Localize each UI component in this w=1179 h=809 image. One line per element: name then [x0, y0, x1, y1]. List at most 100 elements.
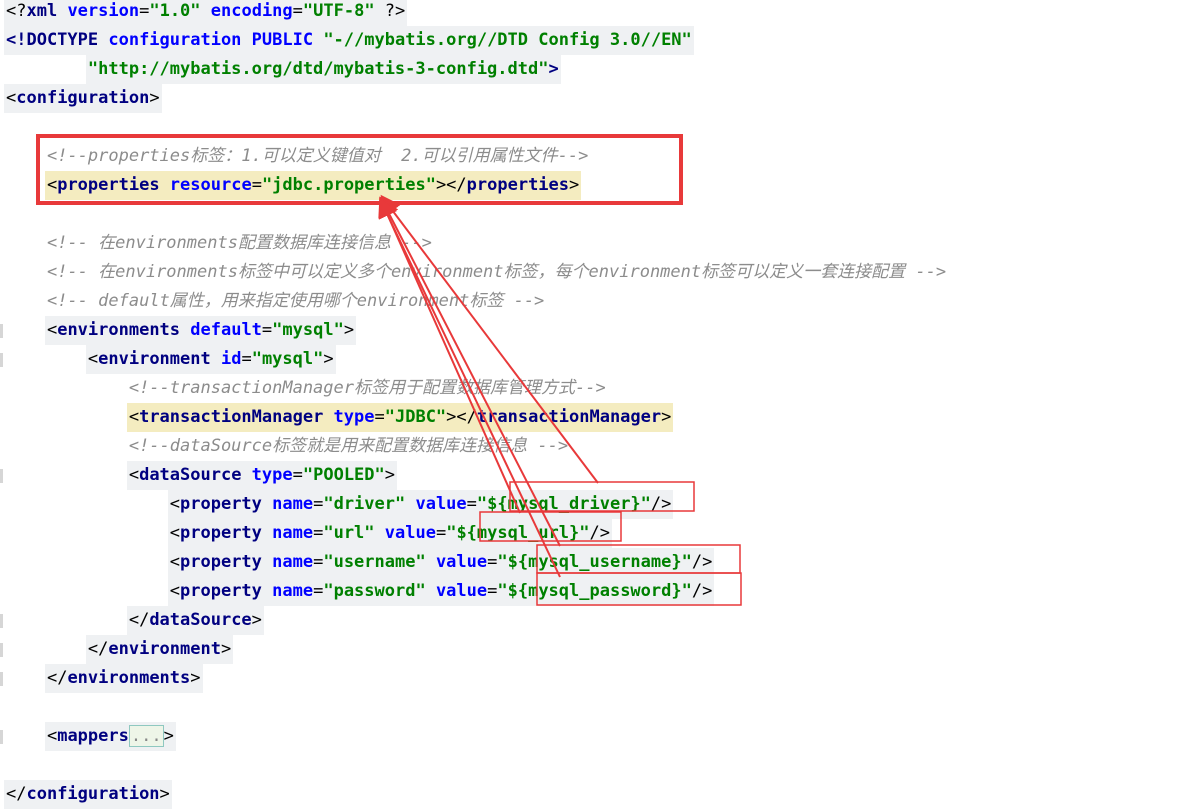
- token-attr: name: [261, 552, 314, 572]
- property-driver-line[interactable]: <property name="driver" value="${mysql_d…: [4, 490, 674, 519]
- token-attr: value: [425, 581, 488, 601]
- datasource-open-line[interactable]: <dataSource type="POOLED">: [4, 461, 398, 490]
- token-pun: <: [46, 175, 58, 195]
- token-pun: <: [169, 552, 181, 572]
- token-attr: PUBLIC: [241, 30, 314, 50]
- fold-marker[interactable]: [0, 643, 3, 657]
- token-pun: >: [163, 726, 174, 746]
- environments-open-line[interactable]: <environments default="mysql">: [4, 316, 357, 345]
- doctype-dtd-line[interactable]: "http://mybatis.org/dtd/mybatis-3-config…: [4, 55, 561, 84]
- token-pun: <: [128, 465, 140, 485]
- default-comment-line[interactable]: <!-- default属性，用来指定使用哪个environment标签 -->: [4, 287, 546, 316]
- blank-line[interactable]: [4, 113, 8, 142]
- token-pun: =: [374, 407, 385, 427]
- mappers-line[interactable]: <mappers... >: [4, 722, 176, 751]
- code-editor[interactable]: <?xml version="1.0" encoding="UTF-8" ?> <…: [0, 0, 1179, 809]
- token-attr: default: [180, 320, 262, 340]
- token-cmt: <!-- 在environments配置数据库连接信息 -->: [46, 233, 432, 253]
- blank-line[interactable]: [4, 693, 8, 722]
- token-tag: property: [180, 552, 262, 572]
- token-pun: />: [589, 523, 610, 543]
- token-pun: <: [128, 407, 140, 427]
- xml-declaration-line[interactable]: <?xml version="1.0" encoding="UTF-8" ?>: [4, 0, 408, 26]
- blank-line[interactable]: [4, 200, 8, 229]
- token-tag: transactionManager: [139, 407, 324, 427]
- token-pun: </: [87, 639, 109, 659]
- token-tag: >: [548, 59, 559, 79]
- token-pun: />: [650, 494, 672, 514]
- token-attr: name: [261, 494, 314, 514]
- transaction-manager-line[interactable]: <transactionManager type="JDBC"></transa…: [4, 403, 674, 432]
- environments-comment-line-2[interactable]: <!-- 在environments标签中可以定义多个environment标签…: [4, 258, 948, 287]
- property-password-line[interactable]: <property name="password" value="${mysql…: [4, 577, 715, 606]
- environment-close-line[interactable]: </environment>: [4, 635, 234, 664]
- fold-marker[interactable]: [0, 730, 3, 744]
- fold-marker[interactable]: [0, 672, 3, 686]
- token-pun: >: [149, 88, 160, 108]
- properties-tag-line[interactable]: <properties resource="jdbc.properties"><…: [4, 171, 582, 200]
- token-pun: >: [343, 320, 355, 340]
- token-str: "${mysql_url}": [446, 523, 590, 543]
- token-pun: </: [128, 610, 150, 630]
- fold-marker[interactable]: [0, 469, 3, 483]
- token-attr: type: [323, 407, 375, 427]
- token-attr: encoding: [200, 1, 293, 21]
- property-username-line[interactable]: <property name="username" value="${mysql…: [4, 548, 715, 577]
- fold-marker[interactable]: [0, 324, 3, 338]
- environment-open-line[interactable]: <environment id="mysql">: [4, 345, 336, 374]
- collapsed-region[interactable]: ...: [128, 725, 164, 747]
- environments-close-line[interactable]: </environments>: [4, 664, 203, 693]
- token-cmt: <!-- default属性，用来指定使用哪个environment标签 -->: [46, 291, 545, 311]
- token-cmt: <!--dataSource标签就是用来配置数据库连接信息 -->: [128, 436, 569, 456]
- token-cmt: <!--transactionManager标签用于配置数据库管理方式-->: [128, 378, 606, 398]
- token-tag: dataSource: [149, 610, 252, 630]
- token-pun: />: [691, 552, 713, 572]
- datasource-comment-line[interactable]: <!--dataSource标签就是用来配置数据库连接信息 -->: [4, 432, 570, 461]
- environments-comment-line[interactable]: <!-- 在environments配置数据库连接信息 -->: [4, 229, 434, 258]
- token-pun: >: [323, 349, 334, 369]
- token-attr: value: [425, 552, 488, 572]
- token-tag: properties: [466, 175, 570, 195]
- blank-line[interactable]: [4, 751, 8, 780]
- token-pun: ?>: [374, 1, 406, 21]
- token-pun: <: [169, 523, 181, 543]
- token-pun: =: [466, 494, 477, 514]
- token-str: "mysql": [272, 320, 344, 340]
- properties-comment-line[interactable]: <!--properties标签：1.可以定义键值对 2.可以引用属性文件-->: [4, 142, 590, 171]
- token-str: "jdbc.properties": [261, 175, 436, 195]
- token-tag: transactionManager: [476, 407, 662, 427]
- token-pun: =: [241, 349, 252, 369]
- fold-marker[interactable]: [0, 614, 3, 628]
- token-str: "POOLED": [302, 465, 385, 485]
- token-tag: property: [180, 581, 262, 601]
- token-attr: value: [374, 523, 436, 543]
- token-pun: >: [159, 784, 170, 804]
- token-tag: configuration: [16, 88, 150, 108]
- datasource-close-line[interactable]: </dataSource>: [4, 606, 264, 635]
- configuration-close-line[interactable]: </configuration>: [4, 780, 172, 809]
- fold-marker[interactable]: [0, 353, 3, 367]
- token-pun: =: [251, 175, 262, 195]
- token-cmt: <!-- 在environments标签中可以定义多个environment标签…: [46, 262, 947, 282]
- token-pun: >: [569, 175, 580, 195]
- token-tag: xml: [26, 1, 58, 21]
- token-pun: <: [46, 320, 58, 340]
- token-str: "driver": [323, 494, 406, 514]
- token-pun: =: [313, 523, 324, 543]
- configuration-open-line[interactable]: <configuration>: [4, 84, 162, 113]
- token-str: "mysql": [251, 349, 324, 369]
- token-str: "1.0": [149, 1, 201, 21]
- token-tag: properties: [57, 175, 160, 195]
- token-str: "JDBC": [384, 407, 447, 427]
- token-str: "http://mybatis.org/dtd/mybatis-3-config…: [87, 59, 549, 79]
- transaction-comment-line[interactable]: <!--transactionManager标签用于配置数据库管理方式-->: [4, 374, 608, 403]
- token-pun: =: [313, 552, 324, 572]
- token-attr: name: [261, 523, 314, 543]
- token-pun: =: [292, 1, 303, 21]
- token-str: "${mysql_driver}": [476, 494, 651, 514]
- property-url-line[interactable]: <property name="url" value="${mysql_url}…: [4, 519, 612, 548]
- token-str: "${mysql_password}": [497, 581, 692, 601]
- token-attr: version: [57, 1, 140, 21]
- token-str: "-//mybatis.org//DTD Config 3.0//EN": [313, 30, 692, 50]
- doctype-line[interactable]: <!DOCTYPE configuration PUBLIC "-//mybat…: [4, 26, 694, 55]
